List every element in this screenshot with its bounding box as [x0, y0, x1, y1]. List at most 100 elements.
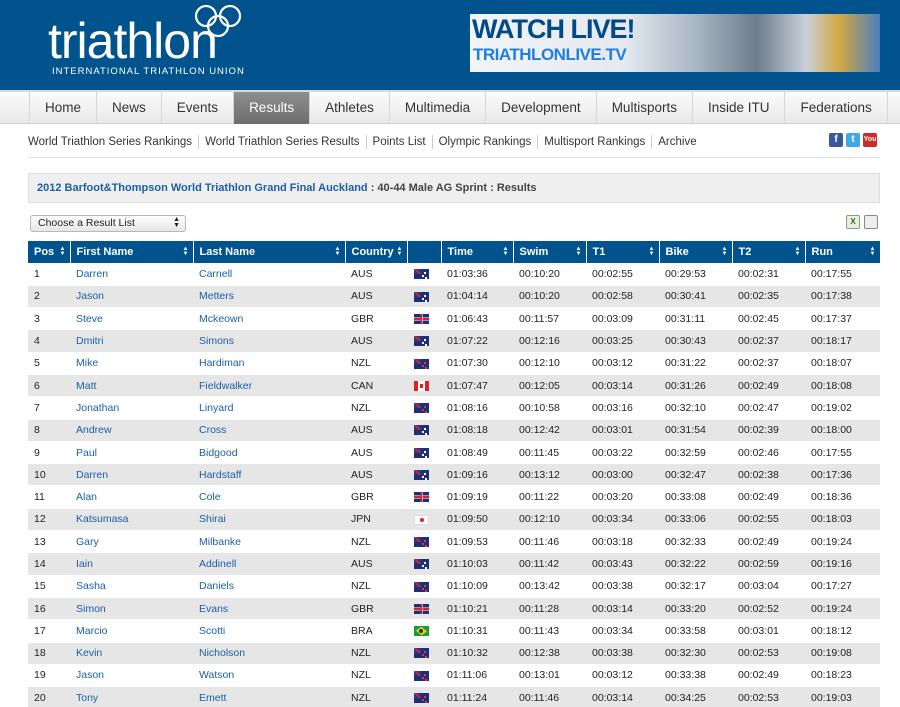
cell-flag	[407, 285, 441, 309]
cell-flag	[407, 619, 441, 643]
subnav-wts-rankings[interactable]: World Triathlon Series Rankings	[28, 135, 198, 149]
cell-last-name[interactable]: Emett	[193, 686, 345, 707]
column-header-first-name[interactable]: First Name ▲ ▼	[70, 241, 194, 263]
nav-inside-itu[interactable]: Inside ITU	[693, 92, 786, 124]
column-label: Pos	[34, 246, 55, 258]
cell-last-name[interactable]: Bidgood	[193, 441, 345, 465]
subnav-points-list[interactable]: Points List	[365, 135, 432, 149]
column-header-country[interactable]: Country ▲ ▼	[345, 241, 408, 263]
cell-last-name[interactable]: Watson	[193, 664, 345, 688]
cell-last-name[interactable]: Scotti	[193, 619, 345, 643]
cell-last-name[interactable]: Mckeown	[193, 307, 345, 331]
export-tools: X	[846, 215, 878, 229]
cell-first-name[interactable]: Gary	[70, 530, 193, 554]
nav-results[interactable]: Results	[234, 92, 311, 124]
subnav-olympic-rankings[interactable]: Olympic Rankings	[431, 135, 538, 149]
column-header-t2[interactable]: T2 ▲ ▼	[732, 241, 806, 263]
nav-home[interactable]: Home	[29, 92, 98, 124]
cell-t1: 00:03:16	[586, 396, 659, 420]
subnav-wts-results[interactable]: World Triathlon Series Results	[198, 135, 365, 149]
cell-last-name[interactable]: Linyard	[193, 396, 345, 420]
cell-run: 00:17:27	[805, 575, 880, 598]
cell-first-name[interactable]: Jason	[70, 664, 193, 688]
cell-first-name[interactable]: Kevin	[70, 642, 193, 665]
cell-run: 00:18:23	[805, 664, 880, 688]
cell-first-name[interactable]: Katsumasa	[70, 508, 193, 532]
cell-first-name[interactable]: Darren	[70, 263, 193, 286]
cell-last-name[interactable]: Addinell	[193, 552, 345, 576]
cell-t2: 00:02:49	[732, 530, 805, 554]
cell-first-name[interactable]: Mike	[70, 352, 193, 375]
country-flag-icon	[414, 536, 429, 547]
column-header-last-name[interactable]: Last Name ▲ ▼	[193, 241, 346, 263]
select-arrows-icon: ▲ ▼	[173, 216, 180, 229]
sort-icon: ▲ ▼	[182, 246, 189, 257]
cell-first-name[interactable]: Dmitri	[70, 329, 193, 353]
facebook-icon[interactable]: f	[829, 133, 843, 147]
cell-last-name[interactable]: Hardiman	[193, 352, 345, 375]
nav-development[interactable]: Development	[486, 92, 597, 124]
column-header-run[interactable]: Run ▲ ▼	[805, 241, 881, 263]
nav-multisports[interactable]: Multisports	[597, 92, 693, 124]
subnav-archive[interactable]: Archive	[651, 135, 702, 149]
nav-federations[interactable]: Federations	[785, 92, 888, 124]
column-header-time[interactable]: Time ▲ ▼	[441, 241, 514, 263]
column-header-swim[interactable]: Swim ▲ ▼	[513, 241, 587, 263]
cell-last-name[interactable]: Milbanke	[193, 530, 345, 554]
cell-flag	[407, 463, 441, 487]
cell-last-name[interactable]: Carnell	[193, 263, 345, 286]
cell-t1: 00:02:55	[586, 263, 659, 286]
subnav-multisport-rankings[interactable]: Multisport Rankings	[537, 135, 651, 149]
cell-first-name[interactable]: Iain	[70, 552, 193, 576]
cell-first-name[interactable]: Simon	[70, 597, 193, 621]
cell-last-name[interactable]: Evans	[193, 597, 345, 621]
cell-first-name[interactable]: Paul	[70, 441, 193, 465]
cell-first-name[interactable]: Alan	[70, 485, 193, 509]
column-header-bike[interactable]: Bike ▲ ▼	[659, 241, 733, 263]
cell-t2: 00:03:01	[732, 619, 805, 643]
cell-last-name[interactable]: Daniels	[193, 575, 345, 598]
cell-last-name[interactable]: Simons	[193, 329, 345, 353]
cell-first-name[interactable]: Matt	[70, 374, 193, 398]
watch-live-banner[interactable]: WATCH LIVE! TRIATHLONLIVE.TV	[470, 14, 880, 72]
cell-run: 00:18:07	[805, 352, 880, 375]
cell-first-name[interactable]: Marcio	[70, 619, 193, 643]
print-icon[interactable]	[864, 215, 878, 229]
excel-export-icon[interactable]: X	[846, 215, 860, 229]
itu-logo[interactable]: triathlon INTERNATIONAL TRIATHLON UNION	[48, 4, 248, 80]
table-row: 19 Jason Watson NZL 01:11:06 00:13:01 00:03:12…	[28, 664, 880, 688]
twitter-icon[interactable]: t	[846, 133, 860, 147]
cell-time: 01:10:31	[441, 619, 513, 643]
column-header-pos[interactable]: Pos ▲ ▼	[28, 241, 71, 263]
cell-time: 01:08:49	[441, 441, 513, 465]
cell-first-name[interactable]: Sasha	[70, 575, 193, 598]
nav-events[interactable]: Events	[162, 92, 235, 124]
nav-multimedia[interactable]: Multimedia	[390, 92, 487, 124]
site-header: triathlon INTERNATIONAL TRIATHLON UNION …	[0, 0, 900, 90]
column-label: Swim	[519, 246, 549, 258]
result-list-select[interactable]: Choose a Result List ▲ ▼	[30, 215, 186, 232]
cell-last-name[interactable]: Cole	[193, 485, 345, 509]
cell-first-name[interactable]: Darren	[70, 463, 193, 487]
youtube-icon[interactable]: You	[863, 133, 877, 147]
cell-last-name[interactable]: Nicholson	[193, 642, 345, 665]
cell-last-name[interactable]: Cross	[193, 419, 345, 442]
sort-icon: ▲ ▼	[869, 246, 876, 257]
cell-first-name[interactable]: Steve	[70, 307, 193, 331]
cell-pos: 19	[28, 664, 70, 688]
cell-t2: 00:02:52	[732, 597, 805, 621]
cell-first-name[interactable]: Jason	[70, 285, 193, 309]
nav-news[interactable]: News	[97, 92, 162, 124]
cell-last-name[interactable]: Metters	[193, 285, 345, 309]
cell-first-name[interactable]: Tony	[70, 686, 193, 707]
nav-athletes[interactable]: Athletes	[310, 92, 390, 124]
sort-icon: ▲ ▼	[575, 246, 582, 257]
cell-first-name[interactable]: Andrew	[70, 419, 193, 442]
cell-last-name[interactable]: Fieldwalker	[193, 374, 345, 398]
event-link[interactable]: 2012 Barfoot&Thompson World Triathlon Gr…	[37, 182, 368, 194]
cell-last-name[interactable]: Shirai	[193, 508, 345, 532]
cell-bike: 00:33:38	[659, 664, 732, 688]
column-header-t1[interactable]: T1 ▲ ▼	[586, 241, 660, 263]
cell-last-name[interactable]: Hardstaff	[193, 463, 345, 487]
cell-first-name[interactable]: Jonathan	[70, 396, 193, 420]
